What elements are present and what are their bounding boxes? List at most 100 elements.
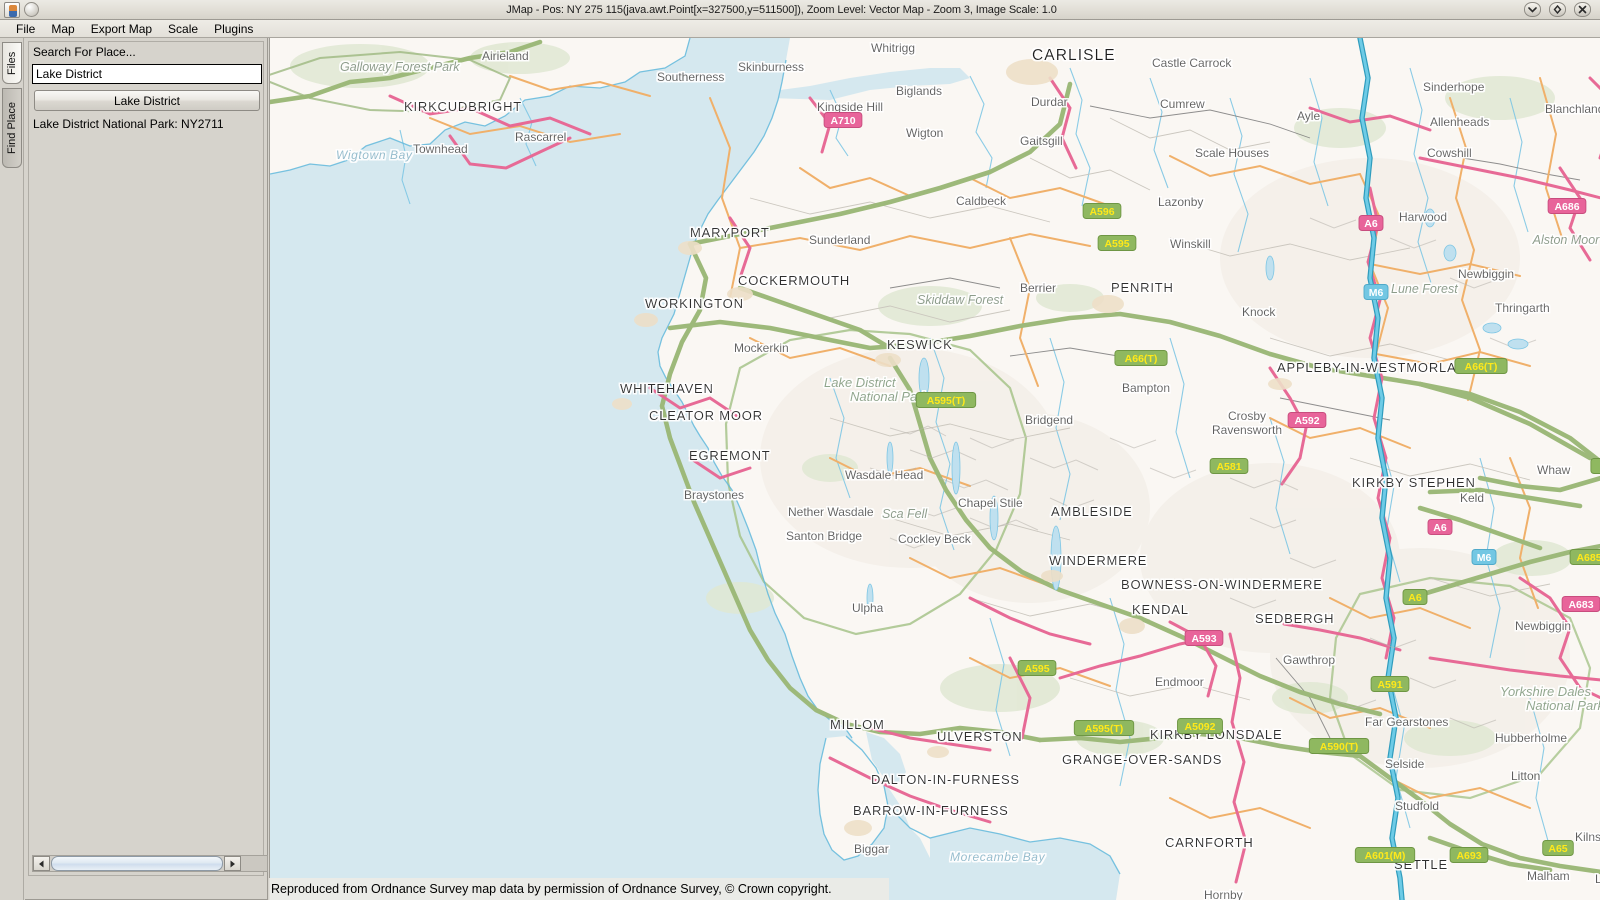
map-label: Bampton — [1122, 381, 1170, 395]
map-label: Litton — [1511, 769, 1540, 783]
map-label: Selside — [1385, 757, 1425, 771]
road-shield: A65 — [1542, 840, 1574, 856]
map-label: Hornby — [1204, 888, 1243, 900]
map-vector-graphic[interactable]: .city { font-family:"Liberation Sans",sa… — [270, 38, 1600, 900]
scrollbar-thumb[interactable] — [51, 856, 223, 871]
menu-item-file[interactable]: File — [8, 21, 43, 37]
road-shield-label: A6 — [1364, 218, 1378, 230]
map-label: DALTON-IN-FURNESS — [871, 772, 1020, 787]
map-label: Newbiggin — [1515, 619, 1571, 633]
map-label: ULVERSTON — [937, 729, 1022, 744]
window-menu-icon[interactable] — [24, 2, 39, 17]
map-copyright-notice: Reproduced from Ordnance Survey map data… — [269, 878, 889, 900]
map-label: Whaw — [1537, 463, 1571, 477]
chevron-down-icon[interactable] — [1524, 2, 1541, 17]
map-label: Lune Forest — [1391, 282, 1458, 296]
close-icon[interactable] — [1574, 2, 1591, 17]
map-label: Rascarrel — [515, 130, 566, 144]
road-shield-label: A595(T) — [1085, 723, 1124, 735]
road-shield: A595 — [1097, 235, 1137, 251]
map-label: EGREMONT — [689, 448, 771, 463]
window-title: JMap - Pos: NY 275 115(java.awt.Point[x=… — [506, 3, 1057, 16]
map-label: Endmoor — [1155, 675, 1204, 689]
map-label: KIRKBY STEPHEN — [1352, 475, 1476, 490]
road-shield: M6 — [1471, 549, 1497, 565]
map-label: Whitrigg — [871, 41, 915, 55]
road-shield: A595(T) — [1073, 720, 1135, 736]
road-shield-label: A5092 — [1185, 721, 1216, 733]
sidebar-tab-files-label: Files — [6, 51, 18, 75]
map-label: Wigtown Bay — [336, 148, 413, 162]
map-canvas[interactable]: .city { font-family:"Liberation Sans",sa… — [269, 38, 1600, 900]
road-shield-label: M6 — [1369, 287, 1384, 299]
road-shield: A710 — [823, 112, 863, 128]
map-label: Winskill — [1170, 237, 1211, 251]
map-label: Lazonby — [1158, 195, 1203, 209]
map-label: CLEATOR MOOR — [649, 408, 763, 423]
work-area: Files Find Place Search For Place... Lak… — [0, 38, 1600, 900]
find-place-panel: Search For Place... Lake District Lake D… — [25, 38, 268, 900]
road-shield: A683 — [1561, 596, 1600, 612]
road-shield-label: A65 — [1548, 843, 1567, 855]
menu-item-scale[interactable]: Scale — [160, 21, 206, 37]
sidebar-tab-find-place-label: Find Place — [6, 102, 18, 154]
road-shield: A595 — [1017, 660, 1057, 676]
map-label: Wigton — [906, 126, 943, 140]
map-label: Cockley Beck — [898, 532, 972, 546]
sidebar-tab-find-place[interactable]: Find Place — [2, 88, 22, 168]
sidebar-tab-files[interactable]: Files — [2, 42, 22, 84]
map-label: WINDERMERE — [1049, 553, 1147, 568]
road-shield-label: A685 — [1576, 552, 1600, 564]
search-result-detail: Lake District National Park: NY2711 — [33, 117, 224, 131]
road-shield: M6 — [1363, 284, 1389, 300]
map-label: Wasdale Head — [845, 468, 923, 482]
map-label: CARNFORTH — [1165, 835, 1254, 850]
map-label: Allenheads — [1430, 115, 1489, 129]
map-label: PENRITH — [1111, 280, 1174, 295]
title-bar-icons — [0, 1, 39, 18]
road-shield: A6 — [1427, 519, 1453, 535]
map-label: Townhead — [413, 142, 468, 156]
road-shield: A685 — [1569, 549, 1600, 565]
map-label: Skiddaw Forest — [917, 293, 1004, 307]
search-input[interactable] — [32, 64, 262, 84]
road-shield-label: A595 — [1024, 663, 1049, 675]
map-label: Galloway Forest Park — [340, 60, 460, 74]
road-shield-label: A66(T) — [1125, 353, 1158, 365]
map-label: KESWICK — [887, 337, 953, 352]
map-label: Sinderhope — [1423, 80, 1485, 94]
map-label: Kingside Hill — [817, 100, 883, 114]
map-label: Studfold — [1395, 799, 1439, 813]
search-result-button[interactable]: Lake District — [34, 90, 260, 111]
map-label: Far Gearstones — [1365, 715, 1448, 729]
map-label: Hubberholme — [1495, 731, 1567, 745]
map-label: Newbiggin — [1458, 267, 1514, 281]
map-label: Alston Moor — [1532, 233, 1600, 247]
map-label: WORKINGTON — [645, 296, 744, 311]
road-shield-label: A592 — [1294, 415, 1319, 427]
scrollbar-track-gap — [241, 856, 267, 871]
road-shield-label: A596 — [1089, 206, 1114, 218]
road-shield-label: A591 — [1377, 679, 1402, 691]
map-label: SEDBERGH — [1255, 611, 1334, 626]
road-shield-label: A693 — [1456, 850, 1481, 862]
map-label: WHITEHAVEN — [620, 381, 714, 396]
diamond-icon[interactable] — [1549, 2, 1566, 17]
map-label: Biggar — [854, 842, 889, 856]
scroll-left-arrow-icon[interactable] — [33, 856, 50, 871]
menu-item-plugins[interactable]: Plugins — [206, 21, 261, 37]
scroll-right-arrow-icon[interactable] — [224, 856, 241, 871]
map-label: Ayle — [1297, 109, 1320, 123]
road-shield: A591 — [1370, 676, 1410, 692]
menu-item-map[interactable]: Map — [43, 21, 82, 37]
road-shield-label: A581 — [1216, 461, 1241, 473]
map-label: Southerness — [657, 70, 724, 84]
map-label: Sunderland — [809, 233, 870, 247]
menu-item-export-map[interactable]: Export Map — [83, 21, 160, 37]
map-label: Biglands — [896, 84, 942, 98]
sidebar-horizontal-scrollbar[interactable] — [32, 855, 268, 872]
road-shield-label: A590(T) — [1320, 741, 1359, 753]
map-label: KIRKCUDBRIGHT — [404, 99, 522, 114]
road-shield: A590(T) — [1308, 738, 1370, 754]
map-label: BARROW-IN-FURNESS — [853, 803, 1009, 818]
